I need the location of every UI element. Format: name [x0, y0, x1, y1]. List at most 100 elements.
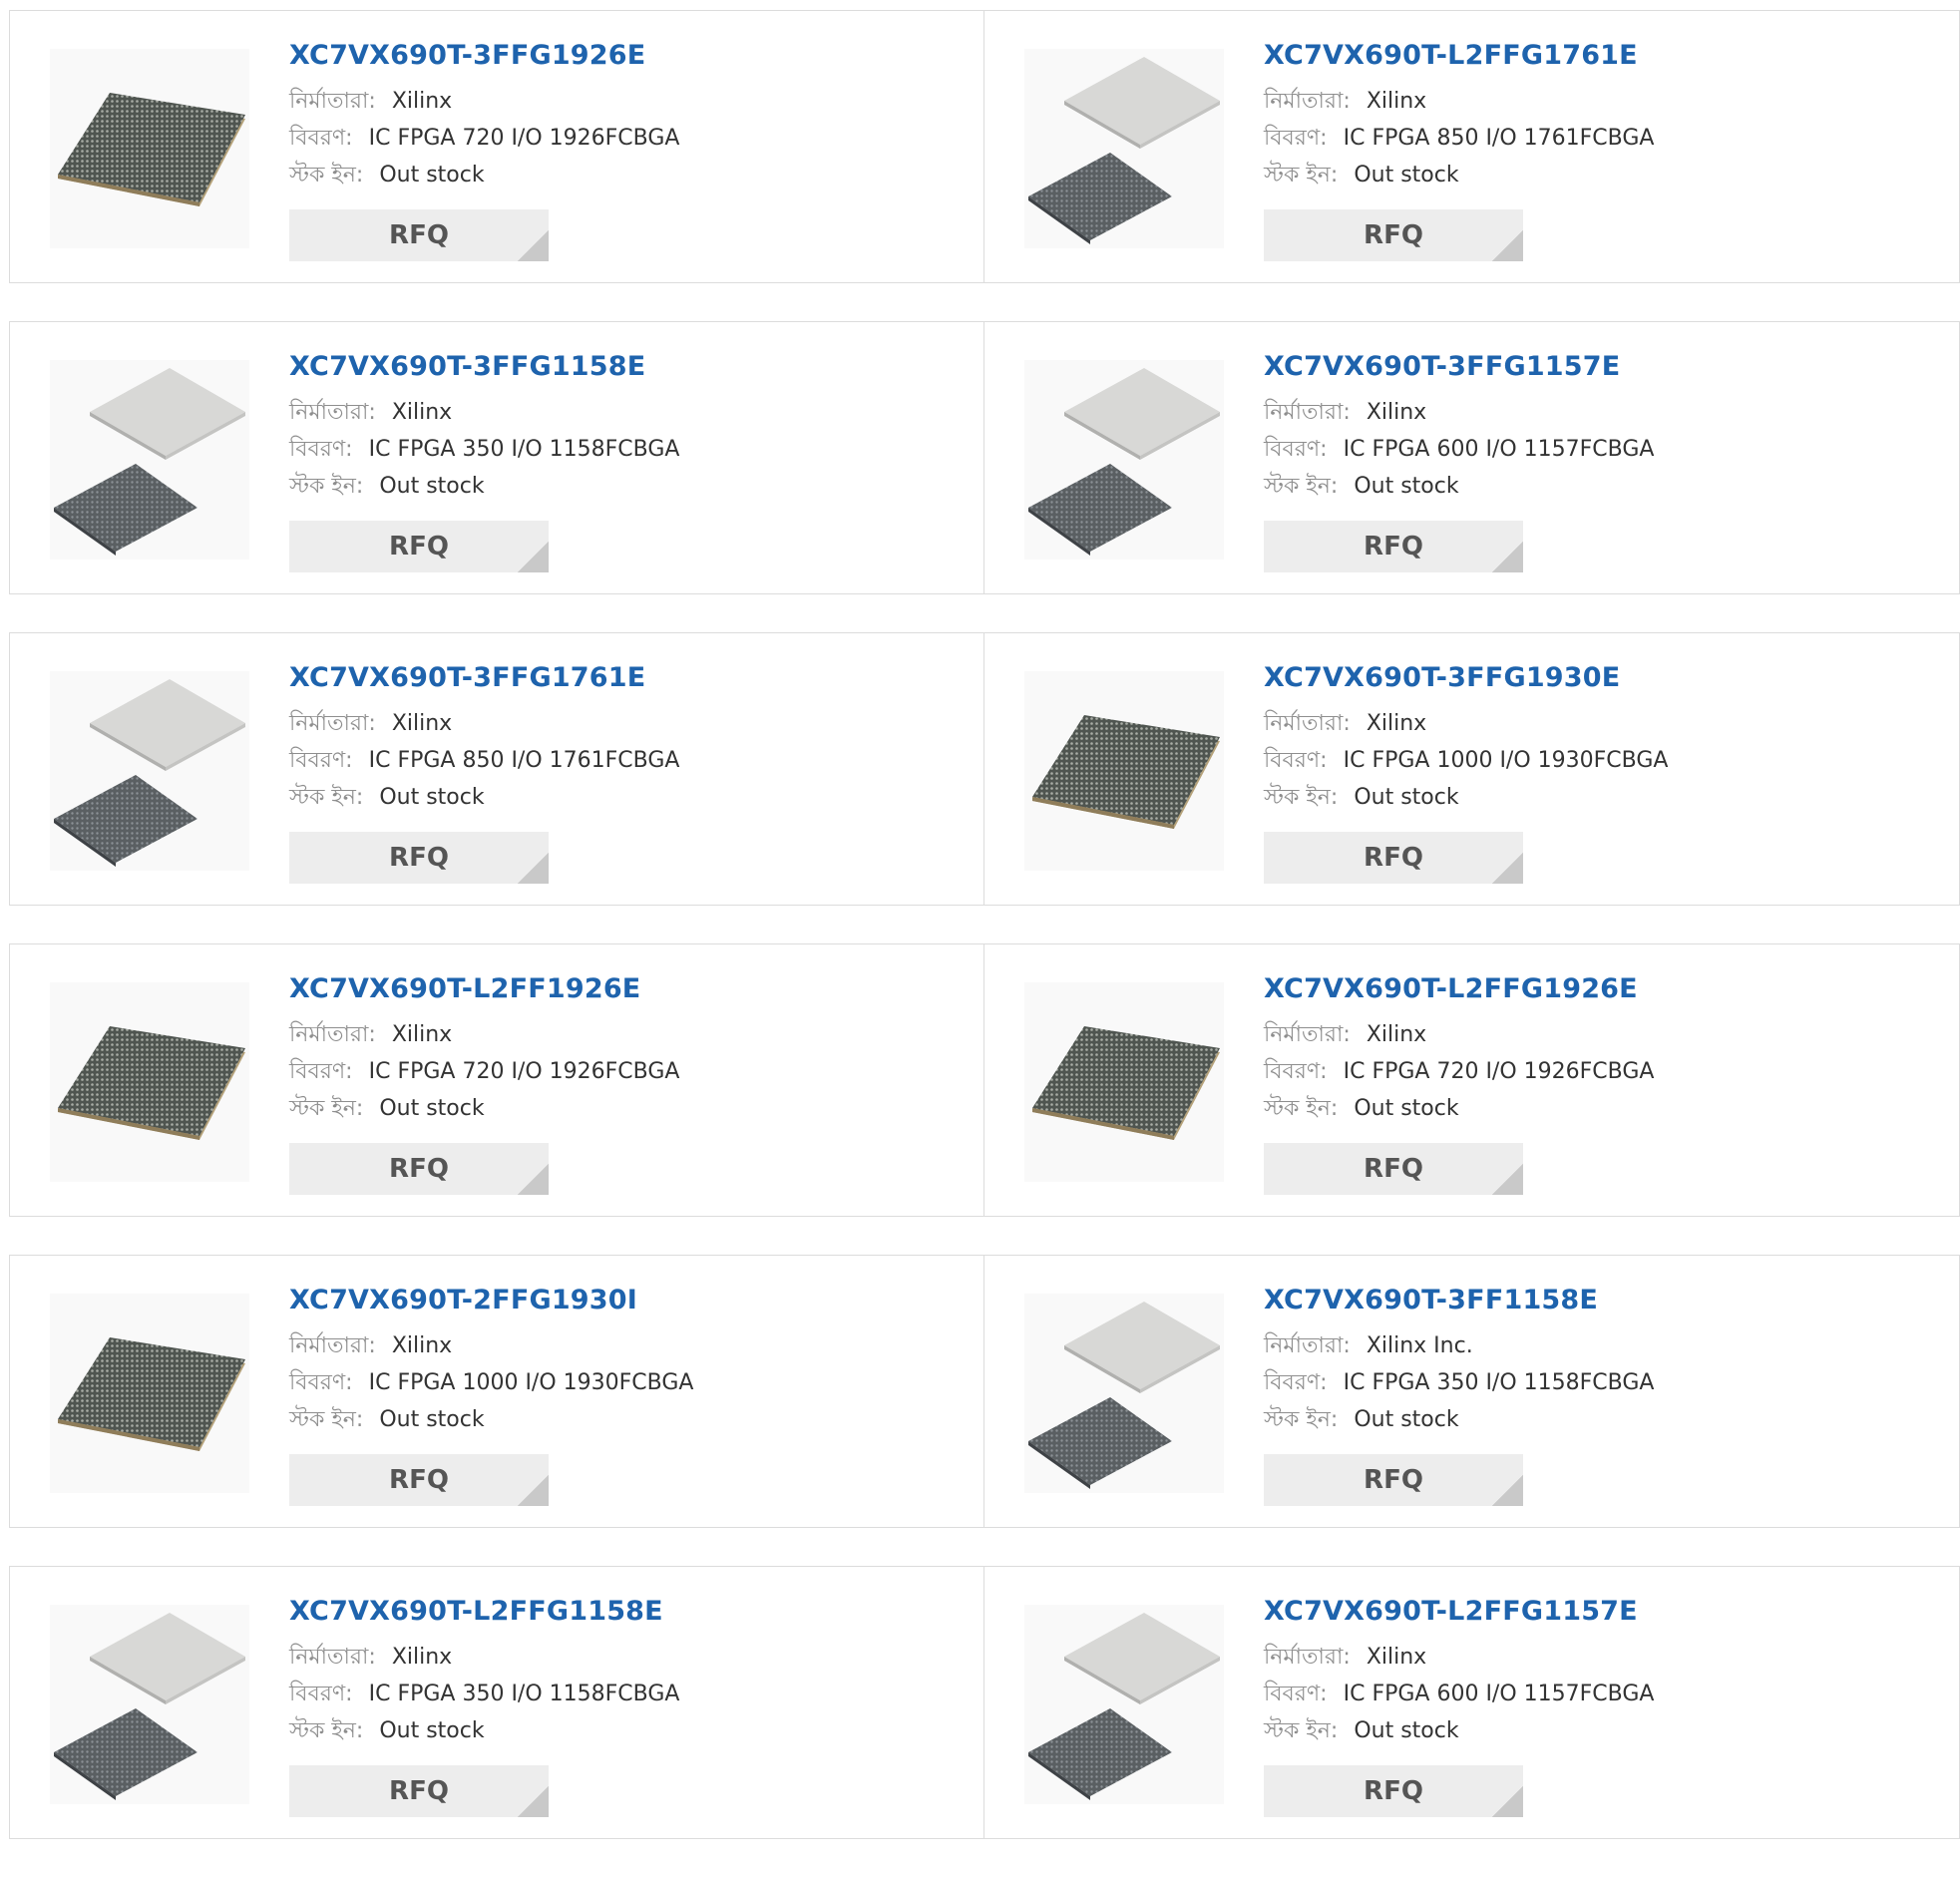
rfq-button[interactable]: RFQ [1264, 1454, 1523, 1506]
product-image[interactable] [50, 49, 249, 248]
stock-label: স্টক ইন: [289, 1406, 364, 1432]
description-line: বিবরণ: IC FPGA 850 I/O 1761FCBGA [1264, 120, 1654, 157]
product-image[interactable] [1024, 1605, 1224, 1804]
product-info: XC7VX690T-3FFG1158E নির্মাতারা: Xilinx বিবর… [289, 352, 679, 505]
manufacturer-value: Xilinx [391, 88, 453, 114]
product-card: XC7VX690T-L2FFG1157E নির্মাতারা: Xilinx বিব… [984, 1567, 1959, 1838]
product-card: XC7VX690T-3FFG1930E নির্মাতারা: Xilinx বিবর… [984, 633, 1959, 905]
stock-line: স্টক ইন: Out stock [289, 157, 679, 193]
manufacturer-label: নির্মাতারা: [289, 399, 376, 425]
description-value: IC FPGA 350 I/O 1158FCBGA [1343, 1369, 1655, 1395]
rfq-button[interactable]: RFQ [289, 209, 549, 261]
description-value: IC FPGA 350 I/O 1158FCBGA [368, 1681, 680, 1706]
description-line: বিবরণ: IC FPGA 720 I/O 1926FCBGA [289, 1053, 679, 1090]
part-number-link[interactable]: XC7VX690T-L2FFG1761E [1264, 41, 1654, 71]
description-line: বিবরণ: IC FPGA 720 I/O 1926FCBGA [289, 120, 679, 157]
description-value: IC FPGA 850 I/O 1761FCBGA [1343, 125, 1655, 151]
stock-label: স্টক ইন: [1264, 1406, 1339, 1432]
manufacturer-label: নির্মাতারা: [1264, 710, 1351, 736]
rfq-button[interactable]: RFQ [289, 521, 549, 572]
part-number-link[interactable]: XC7VX690T-3FF1158E [1264, 1286, 1654, 1315]
rfq-button[interactable]: RFQ [1264, 1765, 1523, 1817]
part-number-link[interactable]: XC7VX690T-L2FFG1158E [289, 1597, 679, 1627]
stock-label: স্টক ইন: [289, 1717, 364, 1743]
single-bga-chip-icon [58, 93, 245, 206]
description-value: IC FPGA 850 I/O 1761FCBGA [368, 747, 680, 773]
product-info: XC7VX690T-3FFG1761E নির্মাতারা: Xilinx বিবর… [289, 663, 679, 816]
description-label: বিবরণ: [289, 747, 353, 773]
description-line: বিবরণ: IC FPGA 600 I/O 1157FCBGA [1264, 431, 1654, 468]
rfq-button[interactable]: RFQ [289, 1143, 549, 1195]
rfq-button[interactable]: RFQ [289, 1454, 549, 1506]
stock-line: স্টক ইন: Out stock [289, 1401, 693, 1438]
part-number-link[interactable]: XC7VX690T-L2FFG1926E [1264, 974, 1654, 1004]
description-line: বিবরণ: IC FPGA 850 I/O 1761FCBGA [289, 742, 679, 779]
part-number-link[interactable]: XC7VX690T-3FFG1158E [289, 352, 679, 382]
product-image[interactable] [50, 671, 249, 871]
product-row: XC7VX690T-3FFG1158E নির্মাতারা: Xilinx বিবর… [9, 321, 1960, 594]
manufacturer-label: নির্মাতারা: [289, 1332, 376, 1358]
part-number-link[interactable]: XC7VX690T-3FFG1157E [1264, 352, 1654, 382]
description-line: বিবরণ: IC FPGA 350 I/O 1158FCBGA [289, 431, 679, 468]
rfq-button[interactable]: RFQ [1264, 209, 1523, 261]
stock-line: স্টক ইন: Out stock [1264, 779, 1668, 816]
manufacturer-line: নির্মাতারা: Xilinx [289, 1639, 679, 1676]
manufacturer-value: Xilinx [391, 399, 453, 425]
manufacturer-label: নির্মাতারা: [289, 1021, 376, 1047]
manufacturer-label: নির্মাতারা: [289, 1644, 376, 1670]
rfq-button[interactable]: RFQ [1264, 521, 1523, 572]
product-info: XC7VX690T-3FF1158E নির্মাতারা: Xilinx Inc.… [1264, 1286, 1654, 1438]
product-card: XC7VX690T-3FFG1158E নির্মাতারা: Xilinx বিবর… [10, 322, 984, 593]
stock-value: Out stock [1354, 473, 1459, 499]
product-image[interactable] [1024, 360, 1224, 560]
lidded-bga-pair-icon [54, 679, 245, 867]
description-value: IC FPGA 350 I/O 1158FCBGA [368, 436, 680, 462]
part-number-link[interactable]: XC7VX690T-L2FFG1157E [1264, 1597, 1654, 1627]
description-label: বিবরণ: [289, 1058, 353, 1084]
manufacturer-line: নির্মাতারা: Xilinx [1264, 1639, 1654, 1676]
description-line: বিবরণ: IC FPGA 350 I/O 1158FCBGA [289, 1676, 679, 1712]
rfq-button[interactable]: RFQ [289, 1765, 549, 1817]
stock-value: Out stock [1354, 162, 1459, 188]
product-image[interactable] [1024, 49, 1224, 248]
product-image[interactable] [50, 1294, 249, 1493]
rfq-button[interactable]: RFQ [1264, 1143, 1523, 1195]
part-number-link[interactable]: XC7VX690T-3FFG1926E [289, 41, 679, 71]
stock-label: স্টক ইন: [1264, 784, 1339, 810]
description-label: বিবরণ: [289, 436, 353, 462]
product-image[interactable] [50, 1605, 249, 1804]
single-bga-chip-icon [1032, 1026, 1220, 1140]
product-image[interactable] [1024, 982, 1224, 1182]
description-value: IC FPGA 720 I/O 1926FCBGA [368, 1058, 680, 1084]
lidded-bga-pair-icon [1028, 368, 1220, 556]
description-line: বিবরণ: IC FPGA 720 I/O 1926FCBGA [1264, 1053, 1654, 1090]
single-bga-chip-icon [1032, 715, 1220, 829]
product-row: XC7VX690T-L2FFG1158E নির্মাতারা: Xilinx বিব… [9, 1566, 1960, 1839]
manufacturer-value: Xilinx [391, 1644, 453, 1670]
lidded-bga-pair-icon [1028, 1302, 1220, 1489]
stock-value: Out stock [379, 473, 485, 499]
product-card: XC7VX690T-2FFG1930I নির্মাতারা: Xilinx বিবর… [10, 1256, 984, 1527]
stock-value: Out stock [379, 1095, 485, 1121]
manufacturer-line: নির্মাতারা: Xilinx Inc. [1264, 1327, 1654, 1364]
rfq-button[interactable]: RFQ [1264, 832, 1523, 884]
part-number-link[interactable]: XC7VX690T-L2FF1926E [289, 974, 679, 1004]
description-value: IC FPGA 1000 I/O 1930FCBGA [368, 1369, 694, 1395]
product-image[interactable] [1024, 1294, 1224, 1493]
product-image[interactable] [1024, 671, 1224, 871]
rfq-button[interactable]: RFQ [289, 832, 549, 884]
manufacturer-label: নির্মাতারা: [1264, 1332, 1351, 1358]
description-line: বিবরণ: IC FPGA 350 I/O 1158FCBGA [1264, 1364, 1654, 1401]
stock-value: Out stock [379, 162, 485, 188]
stock-label: স্টক ইন: [289, 162, 364, 188]
part-number-link[interactable]: XC7VX690T-2FFG1930I [289, 1286, 693, 1315]
product-image[interactable] [50, 360, 249, 560]
product-image[interactable] [50, 982, 249, 1182]
part-number-link[interactable]: XC7VX690T-3FFG1930E [1264, 663, 1668, 693]
stock-value: Out stock [1354, 1717, 1459, 1743]
part-number-link[interactable]: XC7VX690T-3FFG1761E [289, 663, 679, 693]
manufacturer-label: নির্মাতারা: [1264, 1021, 1351, 1047]
description-label: বিবরণ: [1264, 436, 1328, 462]
manufacturer-line: নির্মাতারা: Xilinx [289, 1327, 693, 1364]
product-info: XC7VX690T-3FFG1930E নির্মাতারা: Xilinx বিবর… [1264, 663, 1668, 816]
